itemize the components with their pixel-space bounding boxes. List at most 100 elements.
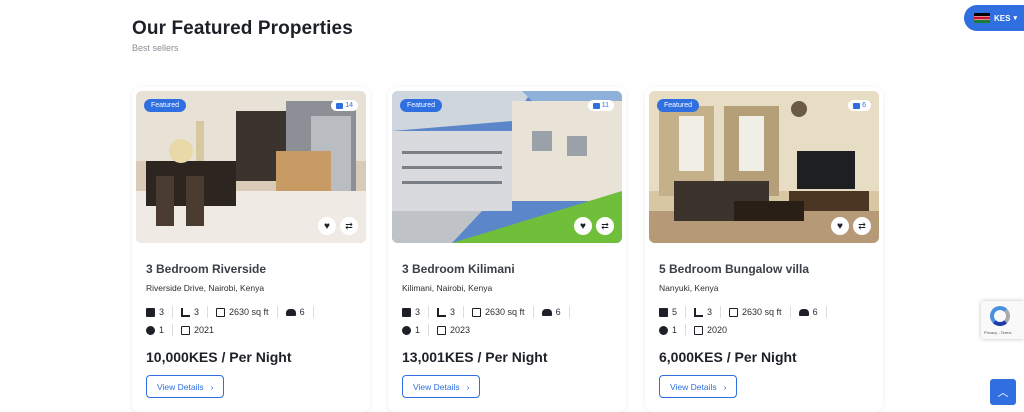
fact-bedrooms: 3 xyxy=(146,306,174,318)
chevron-right-icon: › xyxy=(210,381,214,392)
property-card[interactable]: Featured 14 ♥ ⇄ 3 Bedroom Riverside Rive… xyxy=(132,87,370,412)
photo-count[interactable]: 11 xyxy=(587,100,614,111)
bath-icon xyxy=(181,307,191,317)
area-icon xyxy=(729,307,739,317)
featured-badge: Featured xyxy=(400,99,443,112)
favorite-button[interactable]: ♥ xyxy=(831,217,849,235)
recaptcha-badge[interactable]: Privacy - Terms xyxy=(981,301,1024,339)
property-address: Nanyuki, Kenya xyxy=(659,283,719,293)
chevron-down-icon: ▾ xyxy=(1013,15,1017,22)
property-card[interactable]: Featured 6 ♥ ⇄ 5 Bedroom Bungalow villa … xyxy=(645,87,883,412)
property-facts-row-2: 1 2020 xyxy=(659,324,743,336)
property-photo[interactable]: Featured 11 ♥ ⇄ xyxy=(392,91,622,243)
chevron-right-icon: › xyxy=(723,381,727,392)
fact-garages: 1 xyxy=(402,324,430,336)
back-to-top-button[interactable]: ︿ xyxy=(990,379,1016,405)
fact-area: 2630 sq ft xyxy=(729,306,791,318)
property-facts-row-2: 1 2021 xyxy=(146,324,230,336)
guests-icon xyxy=(798,308,809,316)
currency-switcher[interactable]: KES ▾ xyxy=(964,5,1024,31)
guests-value: 6 xyxy=(299,307,305,317)
recaptcha-logo-icon xyxy=(990,306,1010,326)
property-price: 13,001KES / Per Night xyxy=(402,349,548,365)
year-value: 2020 xyxy=(707,325,728,335)
fact-area: 2630 sq ft xyxy=(216,306,278,318)
view-details-button[interactable]: View Details › xyxy=(402,375,481,398)
fact-guests: 6 xyxy=(798,306,827,318)
property-facts-row-1: 5 3 2630 sq ft 6 xyxy=(659,306,835,318)
property-price: 10,000KES / Per Night xyxy=(146,349,292,365)
area-icon xyxy=(216,307,226,317)
heart-icon: ♥ xyxy=(324,220,330,232)
property-title[interactable]: 3 Bedroom Kilimani xyxy=(402,262,515,276)
camera-icon xyxy=(592,102,600,109)
property-price: 6,000KES / Per Night xyxy=(659,349,797,365)
heart-icon: ♥ xyxy=(837,220,843,232)
calendar-icon xyxy=(694,325,704,335)
compare-icon: ⇄ xyxy=(858,220,866,231)
bedrooms-value: 5 xyxy=(672,307,678,317)
view-details-label: View Details xyxy=(157,381,204,392)
fact-garages: 1 xyxy=(146,324,174,336)
section-title: Our Featured Properties xyxy=(132,18,353,39)
area-value: 2630 sq ft xyxy=(229,307,269,317)
property-facts-row-1: 3 3 2630 sq ft 6 xyxy=(402,306,578,318)
view-details-label: View Details xyxy=(413,381,460,392)
fact-year: 2023 xyxy=(437,324,478,336)
camera-icon xyxy=(336,102,344,109)
bedrooms-value: 3 xyxy=(415,307,421,317)
photo-count-value: 11 xyxy=(601,102,609,109)
fact-bathrooms: 3 xyxy=(181,306,209,318)
guests-value: 6 xyxy=(812,307,818,317)
photo-count[interactable]: 6 xyxy=(848,100,871,111)
photo-count-value: 6 xyxy=(862,102,866,109)
area-value: 2630 sq ft xyxy=(742,307,782,317)
guests-value: 6 xyxy=(555,307,561,317)
bathrooms-value: 3 xyxy=(194,307,200,317)
photo-count[interactable]: 14 xyxy=(331,100,358,111)
property-card[interactable]: Featured 11 ♥ ⇄ 3 Bedroom Kilimani Kilim… xyxy=(388,87,626,412)
view-details-button[interactable]: View Details › xyxy=(146,375,225,398)
recaptcha-text[interactable]: Privacy - Terms xyxy=(984,330,1011,335)
chevron-right-icon: › xyxy=(466,381,470,392)
garage-icon xyxy=(402,325,411,335)
compare-button[interactable]: ⇄ xyxy=(596,217,614,235)
area-icon xyxy=(472,307,482,317)
property-photo[interactable]: Featured 14 ♥ ⇄ xyxy=(136,91,366,243)
compare-button[interactable]: ⇄ xyxy=(340,217,358,235)
compare-icon: ⇄ xyxy=(601,220,609,231)
year-value: 2023 xyxy=(450,325,471,335)
property-address: Kilimani, Nairobi, Kenya xyxy=(402,283,493,293)
garage-icon xyxy=(146,325,155,335)
property-facts-row-2: 1 2023 xyxy=(402,324,486,336)
featured-badge: Featured xyxy=(657,99,700,112)
section-subtitle: Best sellers xyxy=(132,43,179,53)
property-title[interactable]: 5 Bedroom Bungalow villa xyxy=(659,262,809,276)
property-facts-row-1: 3 3 2630 sq ft 6 xyxy=(146,306,322,318)
fact-year: 2021 xyxy=(181,324,222,336)
fact-garages: 1 xyxy=(659,324,687,336)
bath-icon xyxy=(437,307,447,317)
view-details-button[interactable]: View Details › xyxy=(659,375,738,398)
property-title[interactable]: 3 Bedroom Riverside xyxy=(146,262,266,276)
view-details-label: View Details xyxy=(670,381,717,392)
bed-icon xyxy=(402,307,411,317)
compare-icon: ⇄ xyxy=(345,220,353,231)
favorite-button[interactable]: ♥ xyxy=(318,217,336,235)
garages-value: 1 xyxy=(672,325,678,335)
area-value: 2630 sq ft xyxy=(485,307,525,317)
bed-icon xyxy=(146,307,155,317)
fact-year: 2020 xyxy=(694,324,735,336)
garages-value: 1 xyxy=(159,325,165,335)
fact-guests: 6 xyxy=(285,306,314,318)
compare-button[interactable]: ⇄ xyxy=(853,217,871,235)
photo-count-value: 14 xyxy=(345,102,353,109)
garage-icon xyxy=(659,325,668,335)
favorite-button[interactable]: ♥ xyxy=(574,217,592,235)
featured-badge: Featured xyxy=(144,99,187,112)
bathrooms-value: 3 xyxy=(707,307,713,317)
heart-icon: ♥ xyxy=(580,220,586,232)
property-photo[interactable]: Featured 6 ♥ ⇄ xyxy=(649,91,879,243)
bathrooms-value: 3 xyxy=(450,307,456,317)
bedrooms-value: 3 xyxy=(159,307,165,317)
